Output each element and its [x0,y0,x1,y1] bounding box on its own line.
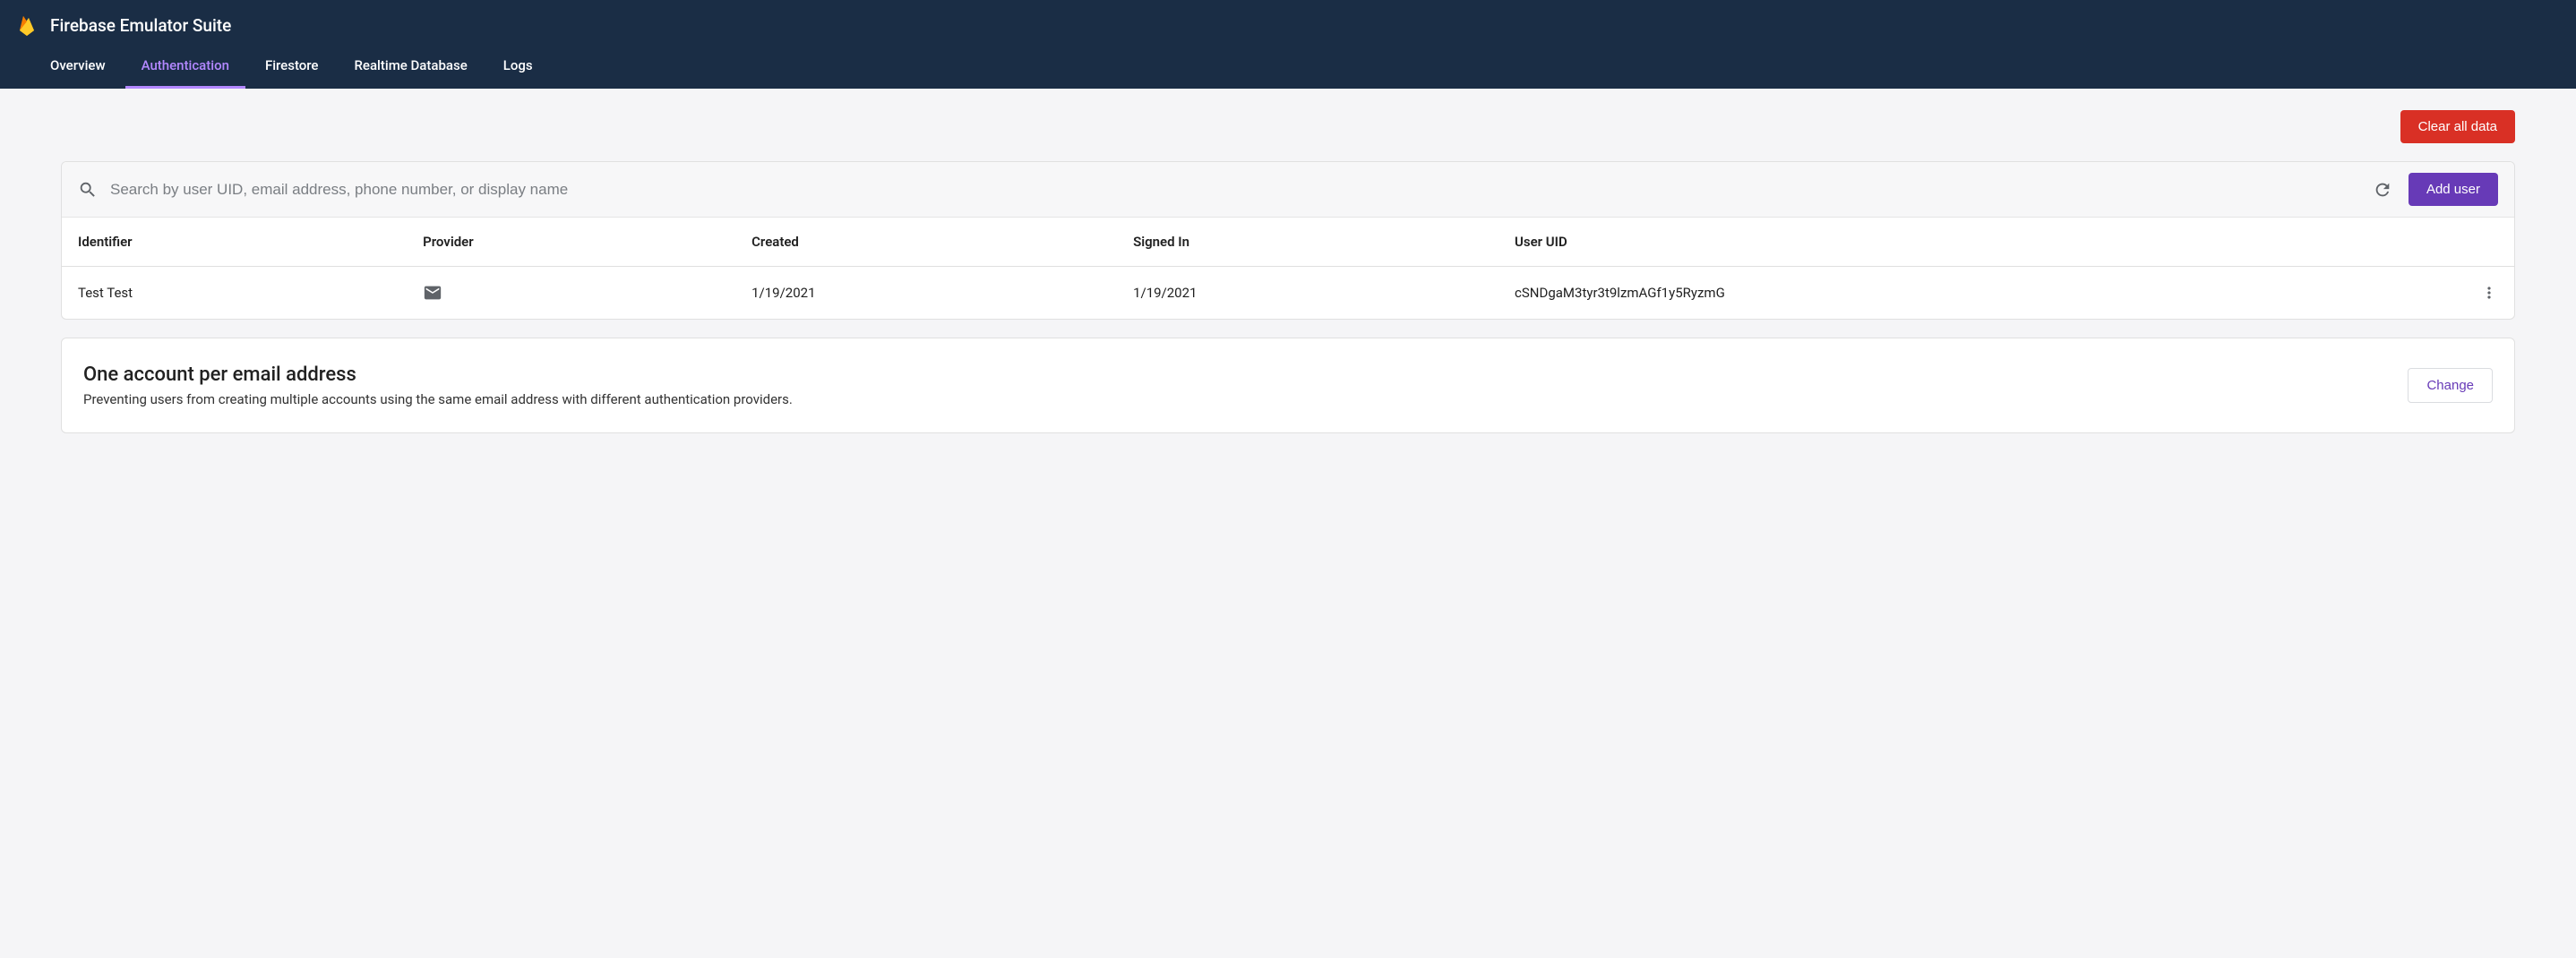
account-settings-card: One account per email address Preventing… [61,338,2515,433]
search-bar: Add user [62,162,2514,218]
cell-user-uid: cSNDgaM3tyr3t9lzmAGf1y5RyzmG [1498,267,2460,320]
tab-realtime-database[interactable]: Realtime Database [338,45,483,89]
cell-signed-in: 1/19/2021 [1117,267,1498,320]
settings-text: One account per email address Preventing… [83,364,793,407]
search-icon [78,180,98,200]
change-button[interactable]: Change [2408,368,2493,403]
th-user-uid: User UID [1498,218,2460,267]
table-row: Test Test 1/19/2021 1/19/2021 cSNDgaM3ty… [62,267,2514,320]
tab-firestore[interactable]: Firestore [249,45,335,89]
app-title: Firebase Emulator Suite [50,15,231,36]
app-header: Firebase Emulator Suite Overview Authent… [0,0,2576,89]
settings-title: One account per email address [83,364,793,386]
add-user-button[interactable]: Add user [2409,173,2498,206]
table-header-row: Identifier Provider Created Signed In Us… [62,218,2514,267]
cell-created: 1/19/2021 [735,267,1117,320]
users-table: Identifier Provider Created Signed In Us… [62,218,2514,319]
cell-actions [2460,267,2514,320]
tab-overview[interactable]: Overview [34,45,122,89]
nav-tabs: Overview Authentication Firestore Realti… [0,45,2576,89]
th-actions [2460,218,2514,267]
th-provider: Provider [407,218,735,267]
users-card: Add user Identifier Provider Created Sig… [61,161,2515,320]
clear-all-data-button[interactable]: Clear all data [2400,110,2515,143]
cell-provider [407,267,735,320]
th-created: Created [735,218,1117,267]
th-identifier: Identifier [62,218,407,267]
main-content: Clear all data Add user Identifier Provi… [0,89,2576,473]
more-options-icon[interactable] [2477,284,2498,302]
search-input[interactable] [110,181,2357,199]
action-bar: Clear all data [61,110,2515,143]
refresh-icon[interactable] [2373,180,2392,200]
tab-logs[interactable]: Logs [487,45,549,89]
cell-identifier: Test Test [62,267,407,320]
th-signed-in: Signed In [1117,218,1498,267]
firebase-logo-icon [16,13,38,38]
header-top: Firebase Emulator Suite [0,0,2576,45]
tab-authentication[interactable]: Authentication [125,45,245,89]
settings-description: Preventing users from creating multiple … [83,391,793,407]
email-icon [423,283,719,303]
